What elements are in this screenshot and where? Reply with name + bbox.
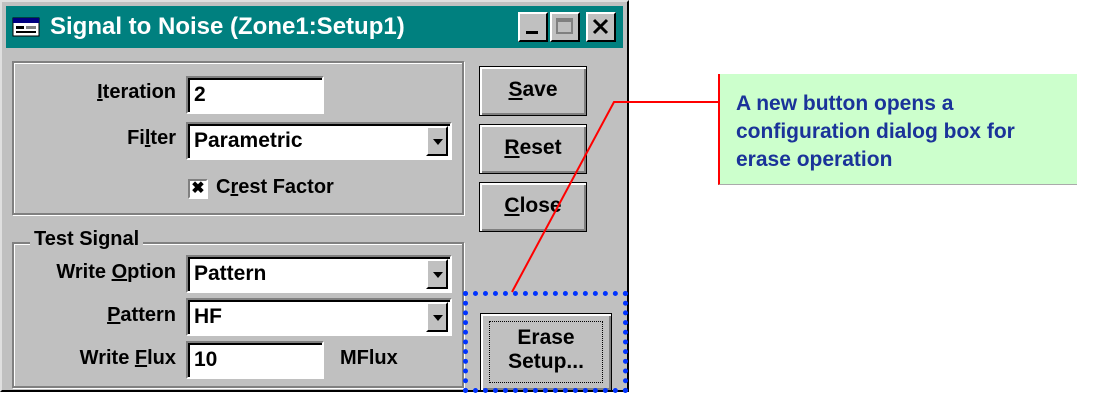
close-window-button[interactable] xyxy=(586,12,616,42)
iteration-label: Iteration xyxy=(97,81,176,103)
crest-factor-checkbox[interactable]: ✖ xyxy=(188,179,208,199)
close-icon xyxy=(592,18,609,35)
chevron-down-icon[interactable] xyxy=(426,302,448,332)
title-bar[interactable]: Signal to Noise (Zone1:Setup1) xyxy=(6,6,623,48)
write-option-label: Write Option xyxy=(56,261,176,283)
window-title: Signal to Noise (Zone1:Setup1) xyxy=(50,13,405,40)
filter-select[interactable]: Parametric xyxy=(186,122,452,160)
write-flux-input[interactable]: 10 xyxy=(186,341,324,379)
signal-to-noise-dialog: Signal to Noise (Zone1:Setup1) Iteration… xyxy=(0,0,629,393)
write-flux-label: Write Flux xyxy=(79,347,176,369)
chevron-down-icon[interactable] xyxy=(426,126,448,156)
write-option-select[interactable]: Pattern xyxy=(186,255,452,293)
close-button[interactable]: Close xyxy=(479,182,587,232)
annotation-callout: A new button opens a configuration dialo… xyxy=(718,74,1077,185)
pattern-label: Pattern xyxy=(107,304,176,326)
filter-label: Filter xyxy=(127,127,176,149)
maximize-button[interactable] xyxy=(550,12,580,42)
minimize-button[interactable] xyxy=(518,12,548,42)
maximize-icon xyxy=(556,18,573,34)
app-icon xyxy=(12,17,40,37)
write-option-value: Pattern xyxy=(194,262,267,285)
reset-button[interactable]: Reset xyxy=(479,124,587,174)
write-flux-unit: MFlux xyxy=(340,347,398,369)
erase-button-highlight xyxy=(463,291,628,393)
callout-text: A new button opens a configuration dialo… xyxy=(736,92,1015,171)
filter-value: Parametric xyxy=(194,129,303,152)
test-signal-group-label: Test Signal xyxy=(30,228,144,251)
pattern-value: HF xyxy=(194,305,222,328)
chevron-down-icon[interactable] xyxy=(426,259,448,289)
iteration-input[interactable]: 2 xyxy=(186,76,324,114)
minimize-icon xyxy=(526,31,538,34)
crest-factor-label[interactable]: Crest Factor xyxy=(216,176,334,199)
pattern-select[interactable]: HF xyxy=(186,298,452,336)
save-button[interactable]: Save xyxy=(479,66,587,116)
